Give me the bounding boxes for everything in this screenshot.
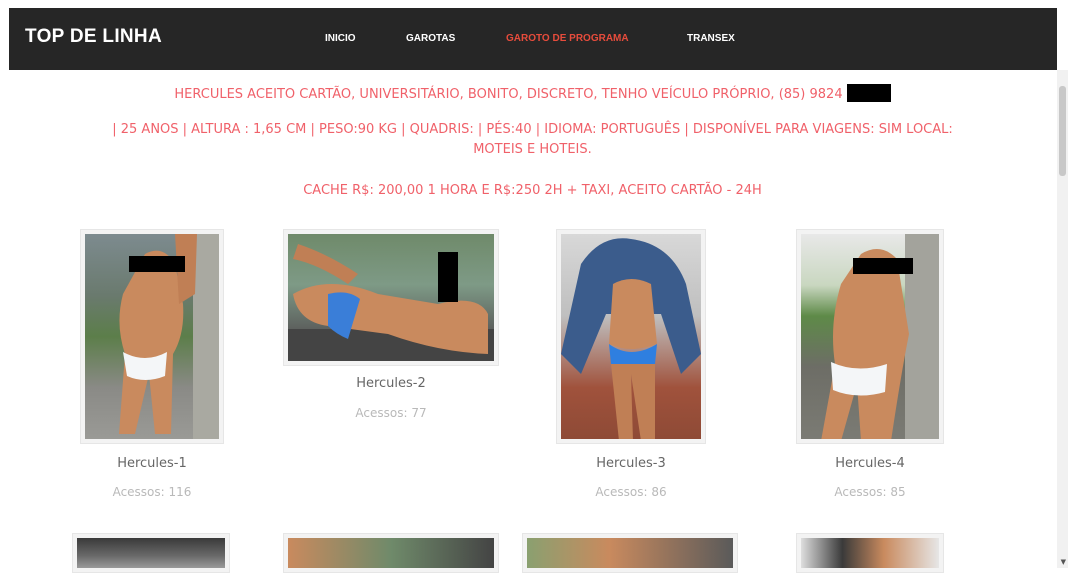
face-redaction-bar (129, 256, 185, 272)
gallery-photo-7[interactable] (522, 533, 738, 573)
gallery-photo-5[interactable] (72, 533, 230, 573)
profile-details-location: MOTEIS E HOTEIS. (473, 142, 592, 157)
gallery-views-2: Acessos: 77 (355, 406, 427, 420)
vertical-scrollbar[interactable]: ▼ (1057, 70, 1068, 568)
gallery-photo-4[interactable] (796, 229, 944, 444)
scrollbar-thumb[interactable] (1059, 86, 1066, 176)
gallery-views-1: Acessos: 116 (112, 485, 192, 499)
gallery-photo-8[interactable] (796, 533, 944, 573)
gallery-title-4[interactable]: Hercules-4 (796, 456, 944, 471)
brand-logo[interactable]: TOP DE LINHA (25, 26, 162, 48)
profile-headline-text: HERCULES ACEITO CARTÃO, UNIVERSITÁRIO, B… (174, 87, 843, 102)
profile-headline: HERCULES ACEITO CARTÃO, UNIVERSITÁRIO, B… (30, 84, 1035, 105)
gallery-title-1[interactable]: Hercules-1 (80, 456, 224, 471)
gallery-photo-3[interactable] (556, 229, 706, 444)
redaction-bar (846, 84, 891, 102)
nav-item-inicio[interactable]: INICIO (325, 33, 356, 44)
gallery-photo-1[interactable] (80, 229, 224, 444)
photo-figure (561, 238, 701, 439)
profile-price: CACHE R$: 200,00 1 HORA E R$:250 2H + TA… (30, 181, 1035, 201)
gallery-title-3[interactable]: Hercules-3 (556, 456, 706, 471)
profile-price-text: CACHE R$: 200,00 1 HORA E R$:250 2H + TA… (303, 183, 762, 198)
nav-item-garoto-de-programa[interactable]: GAROTO DE PROGRAMA (506, 33, 629, 44)
navbar: TOP DE LINHA INICIO GAROTAS GAROTO DE PR… (9, 8, 1057, 70)
face-redaction-bar (853, 258, 913, 274)
scroll-down-arrow-icon[interactable]: ▼ (1061, 558, 1066, 566)
face-redaction-bar (438, 252, 458, 302)
nav-item-transex[interactable]: TRANSEX (687, 33, 735, 44)
gallery-photo-2[interactable] (283, 229, 499, 366)
gallery-views-4: Acessos: 85 (834, 485, 906, 499)
gallery-views-3: Acessos: 86 (595, 485, 667, 499)
gallery-title-2[interactable]: Hercules-2 (283, 376, 499, 391)
profile-details-line: | 25 ANOS | ALTURA : 1,65 CM | PESO:90 K… (112, 122, 953, 137)
photo-figure (288, 244, 494, 361)
gallery-photo-6[interactable] (283, 533, 499, 573)
nav-item-garotas[interactable]: GAROTAS (406, 33, 455, 44)
profile-details: | 25 ANOS | ALTURA : 1,65 CM | PESO:90 K… (30, 120, 1035, 160)
